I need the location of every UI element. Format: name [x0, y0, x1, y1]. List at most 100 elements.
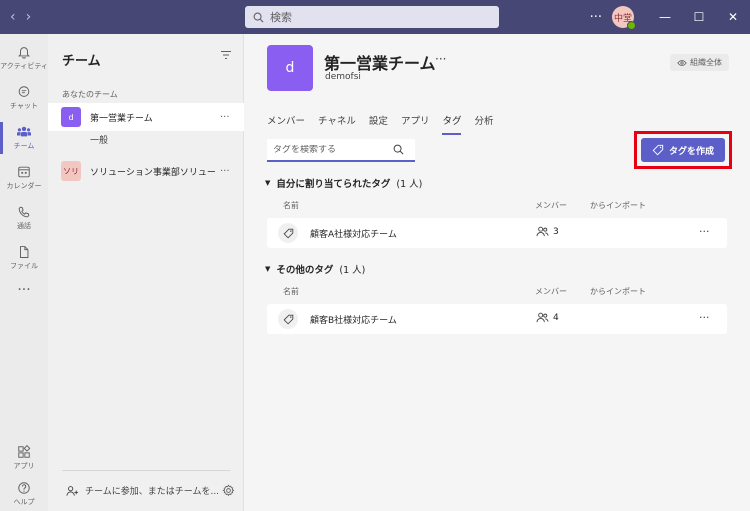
calendar-icon: [18, 166, 30, 178]
group-count: (1 人): [396, 179, 423, 190]
team-avatar-large: d: [267, 45, 313, 91]
rail-item-chat[interactable]: チャット: [0, 78, 48, 118]
rail-label: チャット: [10, 102, 38, 110]
page-title: 第一営業チーム: [324, 54, 436, 73]
tag-group-other-header[interactable]: ▼ その他のタグ (1 人): [265, 262, 365, 276]
tab-members[interactable]: メンバー: [267, 113, 305, 135]
teams-icon: [17, 126, 31, 137]
create-tag-highlight-frame: タグを作成: [634, 131, 732, 169]
rail-label: チーム: [13, 142, 35, 150]
tag-search-box: [267, 139, 415, 162]
column-header-members: メンバー: [535, 201, 567, 210]
user-avatar[interactable]: 中堂: [612, 6, 636, 30]
rail-item-calls[interactable]: 通話: [0, 198, 48, 238]
divider: [62, 470, 230, 471]
team-item-first-sales[interactable]: d 第一営業チーム ···: [48, 103, 244, 131]
gear-icon[interactable]: [222, 484, 235, 497]
panel-title: チーム: [62, 54, 101, 69]
global-search-placeholder: 検索: [270, 11, 292, 24]
rail-label: ファイル: [10, 262, 38, 270]
apps-icon: [18, 445, 31, 458]
chat-icon: [18, 86, 30, 97]
section-label: あなたのチーム: [62, 90, 118, 99]
column-header-name: 名前: [283, 287, 299, 296]
tag-name: 顧客B社様対応チーム: [310, 316, 397, 326]
tag-group-assigned-header[interactable]: ▼ 自分に割り当てられたタグ (1 人): [265, 176, 422, 190]
tag-icon: [278, 223, 298, 243]
column-header-members: メンバー: [535, 287, 567, 296]
group-title: 自分に割り当てられたタグ: [276, 179, 391, 190]
team-item-solution[interactable]: ソリ ソリューション事業部ソリュー... ···: [48, 157, 244, 185]
tab-settings[interactable]: 設定: [369, 113, 388, 135]
maximize-button[interactable]: ☐: [682, 0, 716, 34]
more-options-icon[interactable]: ···: [699, 311, 710, 324]
more-options-icon[interactable]: ···: [699, 225, 710, 238]
channel-item-general[interactable]: 一般: [90, 133, 108, 146]
more-options-icon[interactable]: ···: [220, 112, 230, 123]
tab-analytics[interactable]: 分析: [474, 113, 493, 135]
chevron-right-icon[interactable]: ›: [26, 9, 32, 25]
team-more-options-icon[interactable]: ···: [435, 52, 446, 66]
phone-icon: [18, 206, 30, 218]
rail-item-teams[interactable]: チーム: [0, 118, 48, 158]
tag-member-count: 3: [553, 226, 559, 237]
tab-channels[interactable]: チャネル: [318, 113, 356, 135]
team-name: ソリューション事業部ソリュー...: [90, 167, 216, 178]
history-nav: ‹ ›: [0, 9, 60, 25]
global-search-input[interactable]: 検索: [245, 6, 499, 28]
search-icon[interactable]: [393, 144, 404, 155]
column-header-import: からインポート: [590, 201, 646, 210]
team-avatar: ソリ: [61, 161, 81, 181]
join-label: チームに参加、またはチームを...: [85, 487, 220, 497]
search-icon: [253, 12, 264, 22]
rail-item-apps[interactable]: アプリ: [0, 438, 48, 478]
chevron-left-icon[interactable]: ‹: [10, 9, 16, 25]
team-avatar: d: [61, 107, 81, 127]
rail-label: ヘルプ: [13, 498, 35, 506]
caret-down-icon: ▼: [265, 179, 271, 187]
tab-apps[interactable]: アプリ: [401, 113, 430, 135]
tag-member-count: 4: [553, 312, 559, 323]
column-header-import: からインポート: [590, 287, 646, 296]
title-bar: ‹ › 検索 ··· 中堂 — ☐ ✕: [0, 0, 750, 34]
eye-icon: [677, 59, 687, 66]
close-button[interactable]: ✕: [716, 0, 750, 34]
file-icon: [20, 246, 29, 258]
titlebar-right: ··· 中堂 — ☐ ✕: [580, 0, 750, 34]
create-tag-button[interactable]: タグを作成: [641, 138, 725, 162]
column-header-name: 名前: [283, 201, 299, 210]
rail-item-files[interactable]: ファイル: [0, 238, 48, 278]
tab-tags[interactable]: タグ: [442, 113, 462, 135]
tag-members: 4: [536, 312, 559, 323]
org-wide-label: 組織全体: [690, 58, 722, 67]
rail-item-calendar[interactable]: カレンダー: [0, 158, 48, 198]
create-tag-label: タグを作成: [668, 146, 714, 157]
rail-label: アクティビティ: [0, 62, 48, 70]
tag-row[interactable]: 顧客A社様対応チーム 3 ···: [267, 218, 727, 248]
team-name: 第一営業チーム: [90, 113, 153, 124]
caret-down-icon: ▼: [265, 265, 271, 273]
people-icon: [536, 226, 549, 237]
rail-item-help[interactable]: ヘルプ: [0, 474, 48, 511]
tag-icon: [278, 309, 298, 329]
help-icon: [18, 482, 30, 494]
filter-icon[interactable]: [220, 50, 232, 60]
org-wide-badge: 組織全体: [670, 54, 729, 71]
join-or-create-team-button[interactable]: チームに参加、またはチームを...: [66, 484, 219, 497]
tag-row[interactable]: 顧客B社様対応チーム 4 ···: [267, 304, 727, 334]
more-apps-icon[interactable]: ···: [0, 282, 48, 298]
bell-icon: [18, 47, 30, 59]
tag-name: 顧客A社様対応チーム: [310, 230, 397, 240]
team-tabs: メンバー チャネル 設定 アプリ タグ 分析: [267, 113, 493, 135]
tag-search-input[interactable]: [273, 144, 393, 155]
presence-available-icon: [627, 21, 636, 30]
people-icon: [536, 312, 549, 323]
teams-panel: チーム あなたのチーム d 第一営業チーム ··· 一般 ソリ ソリューション事…: [48, 34, 244, 511]
more-options-icon[interactable]: ···: [580, 10, 612, 25]
main-content: d 第一営業チーム ··· demofsi 組織全体 メンバー チャネル 設定 …: [245, 34, 750, 511]
rail-label: アプリ: [13, 462, 35, 470]
more-options-icon[interactable]: ···: [220, 166, 230, 177]
rail-item-activity[interactable]: アクティビティ: [0, 38, 48, 78]
team-subtitle: demofsi: [325, 72, 361, 82]
minimize-button[interactable]: —: [648, 0, 682, 34]
